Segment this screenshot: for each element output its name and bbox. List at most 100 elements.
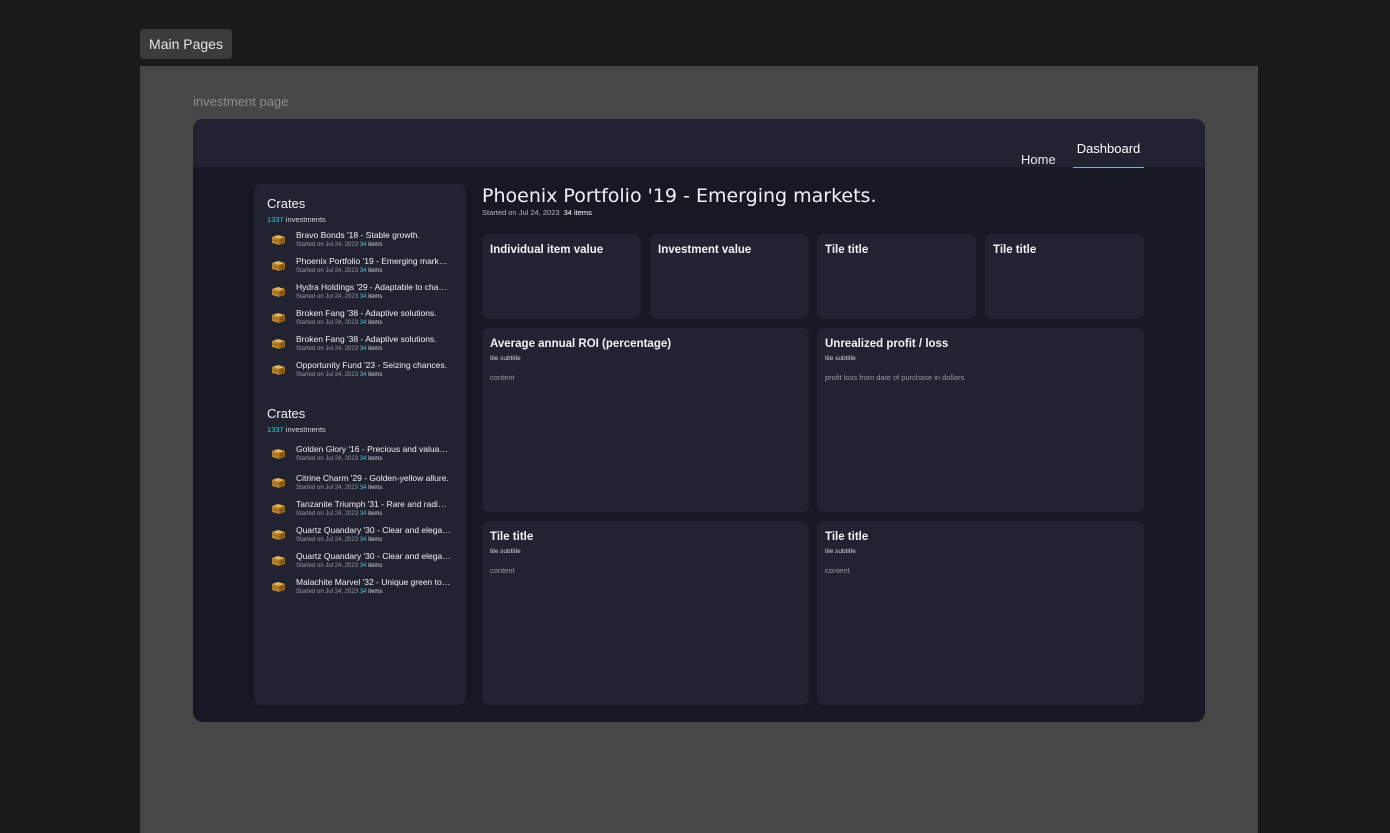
tile-title: Tile title	[825, 531, 869, 543]
crate-icon	[271, 579, 286, 592]
crate-meta: Started on Jul 24, 2023 34 items	[296, 485, 382, 491]
crate-icon	[271, 310, 286, 323]
dashboard-tile[interactable]: Unrealized profit / loss tile subtitle pro…	[817, 328, 1144, 512]
crate-meta: Started on Jul 24, 2023 34 items	[296, 456, 382, 462]
page-title: Phoenix Portfolio '19 - Emerging markets…	[482, 185, 877, 207]
frame-label: investment page	[193, 94, 289, 109]
crate-icon	[271, 475, 286, 488]
crate-list-item[interactable]: Citrine Charm '29 - Golden-yellow allure…	[267, 473, 457, 495]
crate-list-item[interactable]: Quartz Quandary '30 - Clear and elegant.…	[267, 525, 457, 547]
crate-started: Started on Jul 24, 2023	[296, 456, 359, 462]
crate-item-count: 34	[359, 294, 367, 300]
crate-list-item[interactable]: Quartz Quandary '30 - Clear and elegant.…	[267, 551, 457, 573]
crate-item-count: 34	[359, 242, 367, 248]
crate-meta: Started on Jul 24, 2023 34 items	[296, 511, 382, 517]
dashboard-tile[interactable]: Average annual ROI (percentage) tile subt…	[482, 328, 809, 512]
crate-icon	[271, 258, 286, 271]
crate-item-count: 34	[359, 268, 367, 274]
crate-title: Quartz Quandary '30 - Clear and elegant.	[296, 525, 451, 535]
crate-item-count: 34	[359, 563, 367, 569]
investment-count-label: investments	[285, 215, 326, 224]
crate-icon	[271, 362, 286, 375]
crate-icon	[271, 336, 286, 349]
crate-list-item[interactable]: Phoenix Portfolio '19 - Emerging markets…	[267, 256, 457, 278]
page-meta: Started on Jul 24, 2023 34 items	[482, 208, 592, 217]
tile-title: Unrealized profit / loss	[825, 338, 949, 350]
crate-meta: Started on Jul 24, 2023 34 items	[296, 589, 382, 595]
crate-meta: Started on Jul 24, 2023 34 items	[296, 294, 382, 300]
crates-section: Crates 1337 investments	[267, 196, 326, 224]
crate-meta: Started on Jul 24, 2023 34 items	[296, 242, 382, 248]
tile-subtitle: tile subtitle	[490, 355, 521, 362]
tile-content: content	[825, 566, 850, 575]
crate-item-count: 34	[359, 320, 367, 326]
dashboard-tile[interactable]: Tile title tile subtitle content	[817, 521, 1144, 705]
crate-items-label: items	[368, 372, 383, 378]
crate-list-item[interactable]: Hydra Holdings '29 - Adaptable to change…	[267, 282, 457, 304]
crate-list-item[interactable]: Broken Fang '38 - Adaptive solutions. Sta…	[267, 334, 457, 356]
crate-title: Quartz Quandary '30 - Clear and elegant.	[296, 551, 451, 561]
crate-icon	[271, 446, 286, 459]
crate-started: Started on Jul 24, 2023	[296, 294, 359, 300]
crate-started: Started on Jul 24, 2023	[296, 537, 359, 543]
crate-items-label: items	[368, 456, 383, 462]
dashboard-tile[interactable]: Investment value	[650, 234, 809, 319]
tile-title: Tile title	[993, 244, 1037, 256]
crate-title: Broken Fang '38 - Adaptive solutions.	[296, 308, 437, 318]
crate-list-item[interactable]: Opportunity Fund '23 - Seizing chances. S…	[267, 360, 457, 382]
crate-list-item[interactable]: Malachite Marvel '32 - Unique green tone…	[267, 577, 457, 599]
crate-list-item[interactable]: Tanzanite Triumph '31 - Rare and radiant…	[267, 499, 457, 521]
crate-item-count: 34	[359, 511, 367, 517]
design-canvas: investment page Home Dashboard Crates 133…	[140, 66, 1258, 833]
crate-meta: Started on Jul 24, 2023 34 items	[296, 346, 382, 352]
crate-started: Started on Jul 24, 2023	[296, 320, 359, 326]
dashboard-tile[interactable]: Individual item value	[482, 234, 641, 319]
crate-title: Hydra Holdings '29 - Adaptable to change…	[296, 282, 451, 292]
crate-items-label: items	[368, 268, 383, 274]
section-count: 1337 investments	[267, 215, 326, 224]
crate-title: Golden Glory '16 - Precious and valuable…	[296, 444, 451, 454]
main-pages-tab[interactable]: Main Pages	[140, 29, 232, 59]
crate-list-item[interactable]: Bravo Bonds '18 - Stable growth. Started …	[267, 230, 457, 252]
crate-items-label: items	[368, 563, 383, 569]
tile-subtitle: tile subtitle	[825, 548, 856, 555]
crate-title: Opportunity Fund '23 - Seizing chances.	[296, 360, 447, 370]
crates-section: Crates 1337 investments	[267, 406, 326, 434]
tile-subtitle: tile subtitle	[490, 548, 521, 555]
crate-items-label: items	[368, 242, 383, 248]
section-title: Crates	[267, 196, 306, 211]
crate-items-label: items	[368, 485, 383, 491]
crate-item-count: 34	[359, 589, 367, 595]
crate-icon	[271, 232, 286, 245]
section-title: Crates	[267, 406, 306, 421]
page-items-count: 34 items	[563, 208, 592, 217]
crate-title: Phoenix Portfolio '19 - Emerging markets…	[296, 256, 451, 266]
crate-started: Started on Jul 24, 2023	[296, 346, 359, 352]
crate-title: Bravo Bonds '18 - Stable growth.	[296, 230, 420, 240]
crate-started: Started on Jul 24, 2023	[296, 485, 359, 491]
investment-count-label: investments	[285, 425, 326, 434]
crate-items-label: items	[368, 589, 383, 595]
tile-content: content	[490, 566, 515, 575]
dashboard-tile[interactable]: Tile title tile subtitle content	[482, 521, 809, 705]
dashboard-tile[interactable]: Tile title	[817, 234, 976, 319]
tile-title: Investment value	[658, 244, 752, 256]
crate-title: Tanzanite Triumph '31 - Rare and radiant…	[296, 499, 451, 509]
crate-list-item[interactable]: Golden Glory '16 - Precious and valuable…	[267, 444, 457, 466]
tile-title: Average annual ROI (percentage)	[490, 338, 672, 350]
dashboard-tile[interactable]: Tile title	[985, 234, 1144, 319]
crate-meta: Started on Jul 24, 2023 34 items	[296, 320, 382, 326]
tile-title: Tile title	[825, 244, 869, 256]
crate-title: Malachite Marvel '32 - Unique green tone…	[296, 577, 451, 587]
crate-item-count: 34	[359, 372, 367, 378]
crate-started: Started on Jul 24, 2023	[296, 372, 359, 378]
crate-item-count: 34	[359, 456, 367, 462]
nav-dashboard-tab[interactable]: Dashboard	[1073, 141, 1144, 168]
crate-meta: Started on Jul 24, 2023 34 items	[296, 563, 382, 569]
nav-home-link[interactable]: Home	[1021, 152, 1056, 167]
crate-started: Started on Jul 24, 2023	[296, 268, 359, 274]
crate-meta: Started on Jul 24, 2023 34 items	[296, 372, 382, 378]
tile-subtitle: tile subtitle	[825, 355, 856, 362]
crate-list-item[interactable]: Broken Fang '38 - Adaptive solutions. Sta…	[267, 308, 457, 330]
crate-started: Started on Jul 24, 2023	[296, 511, 359, 517]
